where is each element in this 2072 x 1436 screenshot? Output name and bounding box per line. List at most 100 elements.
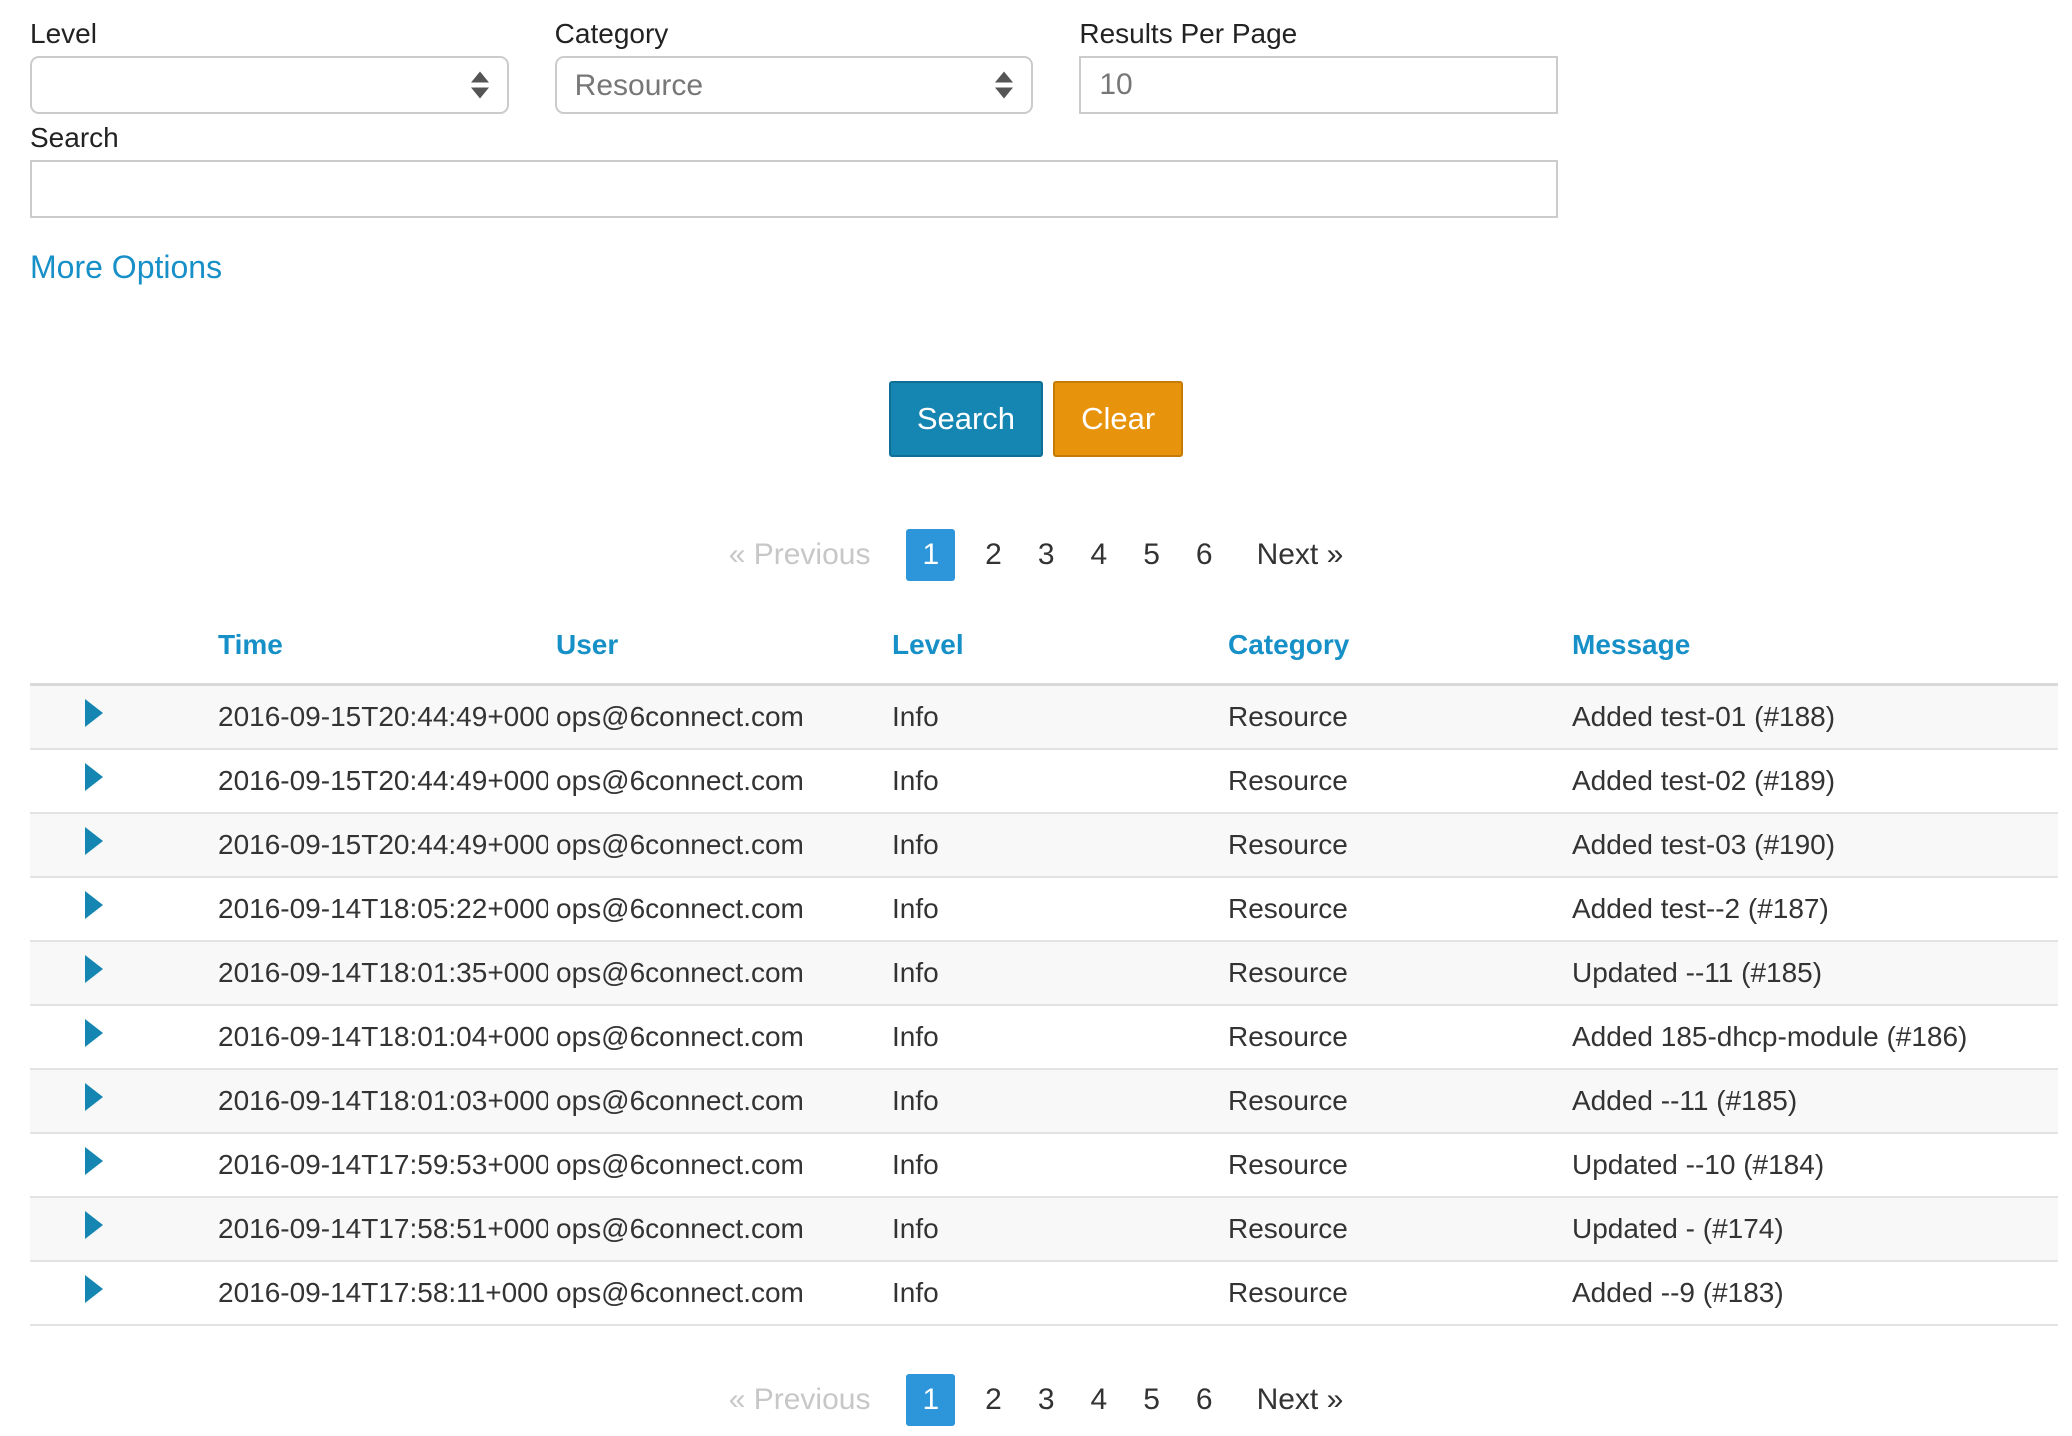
log-table: Time User Level Category Message 2016-09…: [30, 615, 2058, 1326]
page-2-button[interactable]: 2: [979, 529, 1008, 581]
cell-category: Resource: [1220, 1005, 1564, 1069]
cell-level: Info: [884, 877, 1220, 941]
cell-level: Info: [884, 1133, 1220, 1197]
table-row: 2016-09-14T18:05:22+0000ops@6connect.com…: [30, 877, 2058, 941]
expand-row-icon[interactable]: [85, 1019, 103, 1047]
expand-row-icon[interactable]: [85, 763, 103, 791]
cell-time: 2016-09-14T18:01:35+0000: [210, 941, 548, 1005]
page-4-button[interactable]: 4: [1085, 1374, 1114, 1426]
expand-row-icon[interactable]: [85, 1275, 103, 1303]
cell-user: ops@6connect.com: [548, 685, 884, 749]
table-row: 2016-09-15T20:44:49+0000ops@6connect.com…: [30, 685, 2058, 749]
level-field: Level: [30, 18, 509, 114]
more-options-link[interactable]: More Options: [30, 248, 222, 286]
cell-time: 2016-09-14T17:58:51+0000: [210, 1197, 548, 1261]
expand-row-icon[interactable]: [85, 1147, 103, 1175]
page-1-button[interactable]: 1: [906, 529, 955, 581]
cell-message: Updated - (#174): [1564, 1197, 2058, 1261]
log-table-body: 2016-09-15T20:44:49+0000ops@6connect.com…: [30, 685, 2058, 1325]
page-5-button[interactable]: 5: [1137, 529, 1166, 581]
cell-user: ops@6connect.com: [548, 749, 884, 813]
page-1-button[interactable]: 1: [906, 1374, 955, 1426]
level-label: Level: [30, 18, 509, 50]
next-button[interactable]: Next »: [1257, 538, 1344, 572]
search-label: Search: [30, 122, 1558, 154]
cell-message: Updated --11 (#185): [1564, 941, 2058, 1005]
expand-row-icon[interactable]: [85, 827, 103, 855]
cell-message: Added --11 (#185): [1564, 1069, 2058, 1133]
results-per-page-input[interactable]: [1079, 56, 1558, 114]
category-field: Category Resource: [555, 18, 1034, 114]
previous-button[interactable]: « Previous: [729, 1383, 871, 1417]
cell-expand: [30, 941, 210, 1005]
next-button[interactable]: Next »: [1257, 1383, 1344, 1417]
cell-user: ops@6connect.com: [548, 941, 884, 1005]
cell-time: 2016-09-14T18:01:03+0000: [210, 1069, 548, 1133]
previous-button[interactable]: « Previous: [729, 538, 871, 572]
column-header-message[interactable]: Message: [1564, 615, 2058, 685]
cell-category: Resource: [1220, 1069, 1564, 1133]
cell-time: 2016-09-15T20:44:49+0000: [210, 813, 548, 877]
search-input[interactable]: [30, 160, 1558, 218]
page-4-button[interactable]: 4: [1085, 529, 1114, 581]
cell-level: Info: [884, 1005, 1220, 1069]
table-row: 2016-09-14T17:58:11+0000ops@6connect.com…: [30, 1261, 2058, 1325]
level-select[interactable]: [30, 56, 509, 114]
search-button[interactable]: Search: [889, 381, 1043, 457]
table-row: 2016-09-14T18:01:35+0000ops@6connect.com…: [30, 941, 2058, 1005]
expand-row-icon[interactable]: [85, 955, 103, 983]
cell-expand: [30, 1197, 210, 1261]
cell-time: 2016-09-14T18:01:04+0000: [210, 1005, 548, 1069]
expand-row-icon[interactable]: [85, 1211, 103, 1239]
cell-expand: [30, 813, 210, 877]
column-header-expand: [30, 615, 210, 685]
cell-expand: [30, 877, 210, 941]
expand-row-icon[interactable]: [85, 1083, 103, 1111]
expand-row-icon[interactable]: [85, 891, 103, 919]
cell-level: Info: [884, 685, 1220, 749]
page-2-button[interactable]: 2: [979, 1374, 1008, 1426]
cell-level: Info: [884, 813, 1220, 877]
cell-message: Added --9 (#183): [1564, 1261, 2058, 1325]
page-6-button[interactable]: 6: [1190, 529, 1219, 581]
table-row: 2016-09-14T18:01:04+0000ops@6connect.com…: [30, 1005, 2058, 1069]
page-3-button[interactable]: 3: [1032, 1374, 1061, 1426]
cell-expand: [30, 1133, 210, 1197]
cell-user: ops@6connect.com: [548, 1133, 884, 1197]
cell-time: 2016-09-15T20:44:49+0000: [210, 749, 548, 813]
cell-level: Info: [884, 1069, 1220, 1133]
cell-user: ops@6connect.com: [548, 1197, 884, 1261]
column-header-user[interactable]: User: [548, 615, 884, 685]
cell-user: ops@6connect.com: [548, 1261, 884, 1325]
page-6-button[interactable]: 6: [1190, 1374, 1219, 1426]
page-5-button[interactable]: 5: [1137, 1374, 1166, 1426]
results-per-page-field: Results Per Page: [1079, 18, 1558, 114]
cell-message: Updated --10 (#184): [1564, 1133, 2058, 1197]
cell-level: Info: [884, 749, 1220, 813]
cell-expand: [30, 1069, 210, 1133]
pagination-bottom: « Previous 123456 Next »: [0, 1374, 2072, 1436]
cell-category: Resource: [1220, 1133, 1564, 1197]
cell-expand: [30, 749, 210, 813]
table-row: 2016-09-14T18:01:03+0000ops@6connect.com…: [30, 1069, 2058, 1133]
category-select[interactable]: Resource: [555, 56, 1034, 114]
table-row: 2016-09-14T17:59:53+0000ops@6connect.com…: [30, 1133, 2058, 1197]
clear-button[interactable]: Clear: [1053, 381, 1183, 457]
cell-user: ops@6connect.com: [548, 813, 884, 877]
expand-row-icon[interactable]: [85, 699, 103, 727]
cell-category: Resource: [1220, 941, 1564, 1005]
cell-time: 2016-09-15T20:44:49+0000: [210, 685, 548, 749]
cell-message: Added test-02 (#189): [1564, 749, 2058, 813]
cell-category: Resource: [1220, 877, 1564, 941]
column-header-level[interactable]: Level: [884, 615, 1220, 685]
cell-expand: [30, 1261, 210, 1325]
cell-level: Info: [884, 1197, 1220, 1261]
cell-user: ops@6connect.com: [548, 877, 884, 941]
page-3-button[interactable]: 3: [1032, 529, 1061, 581]
column-header-time[interactable]: Time: [210, 615, 548, 685]
cell-level: Info: [884, 941, 1220, 1005]
cell-category: Resource: [1220, 1261, 1564, 1325]
table-row: 2016-09-14T17:58:51+0000ops@6connect.com…: [30, 1197, 2058, 1261]
column-header-category[interactable]: Category: [1220, 615, 1564, 685]
cell-expand: [30, 1005, 210, 1069]
